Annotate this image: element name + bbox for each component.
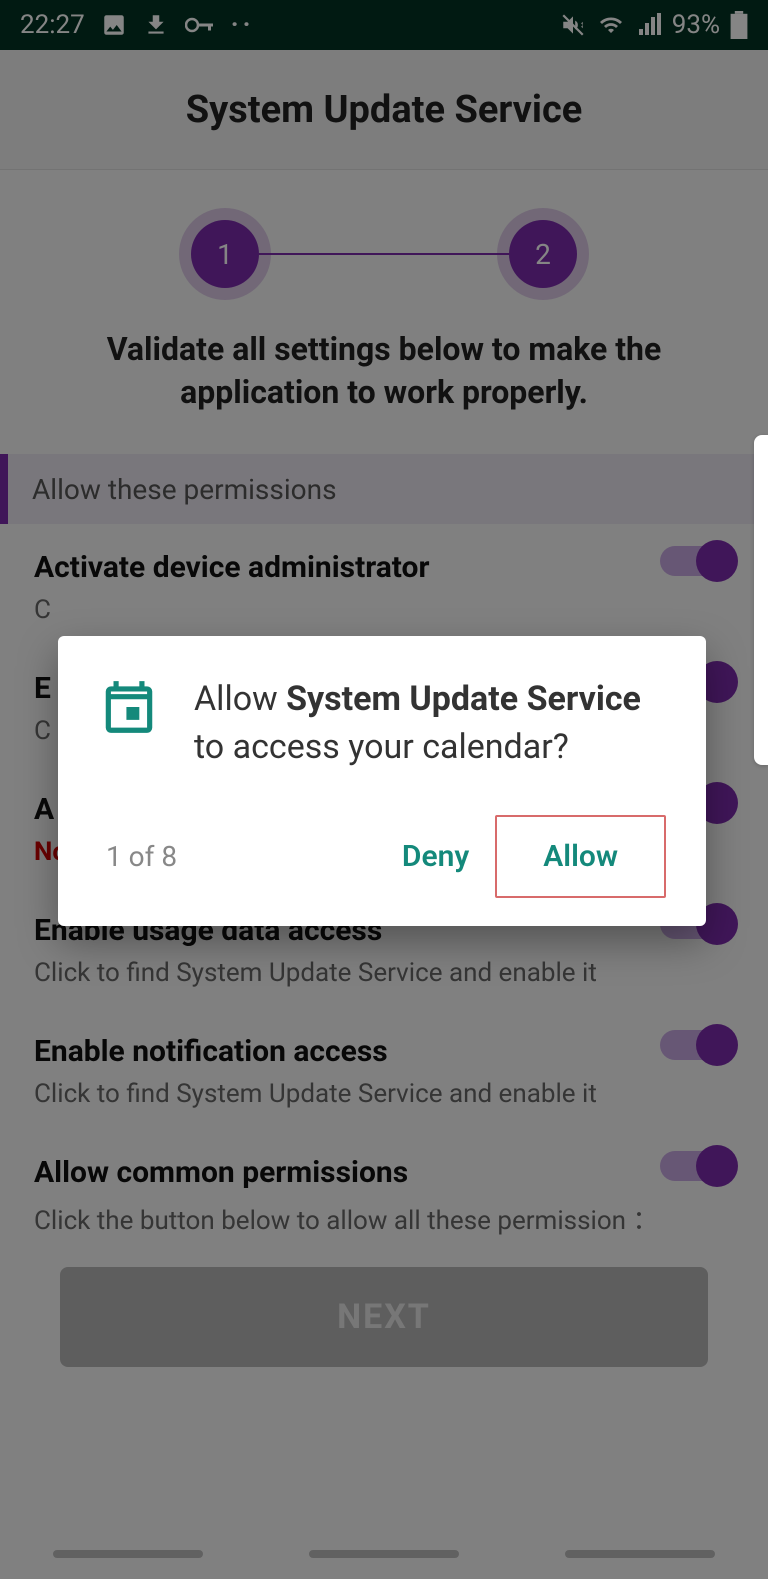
dialog-message: Allow System Update Service to access yo… [194,676,666,771]
calendar-icon [98,676,162,771]
dialog-counter: 1 of 8 [98,840,177,873]
allow-button[interactable]: Allow [495,815,666,898]
scroll-handle[interactable] [754,435,768,765]
deny-button[interactable]: Deny [382,817,489,896]
permission-dialog: Allow System Update Service to access yo… [58,636,706,926]
